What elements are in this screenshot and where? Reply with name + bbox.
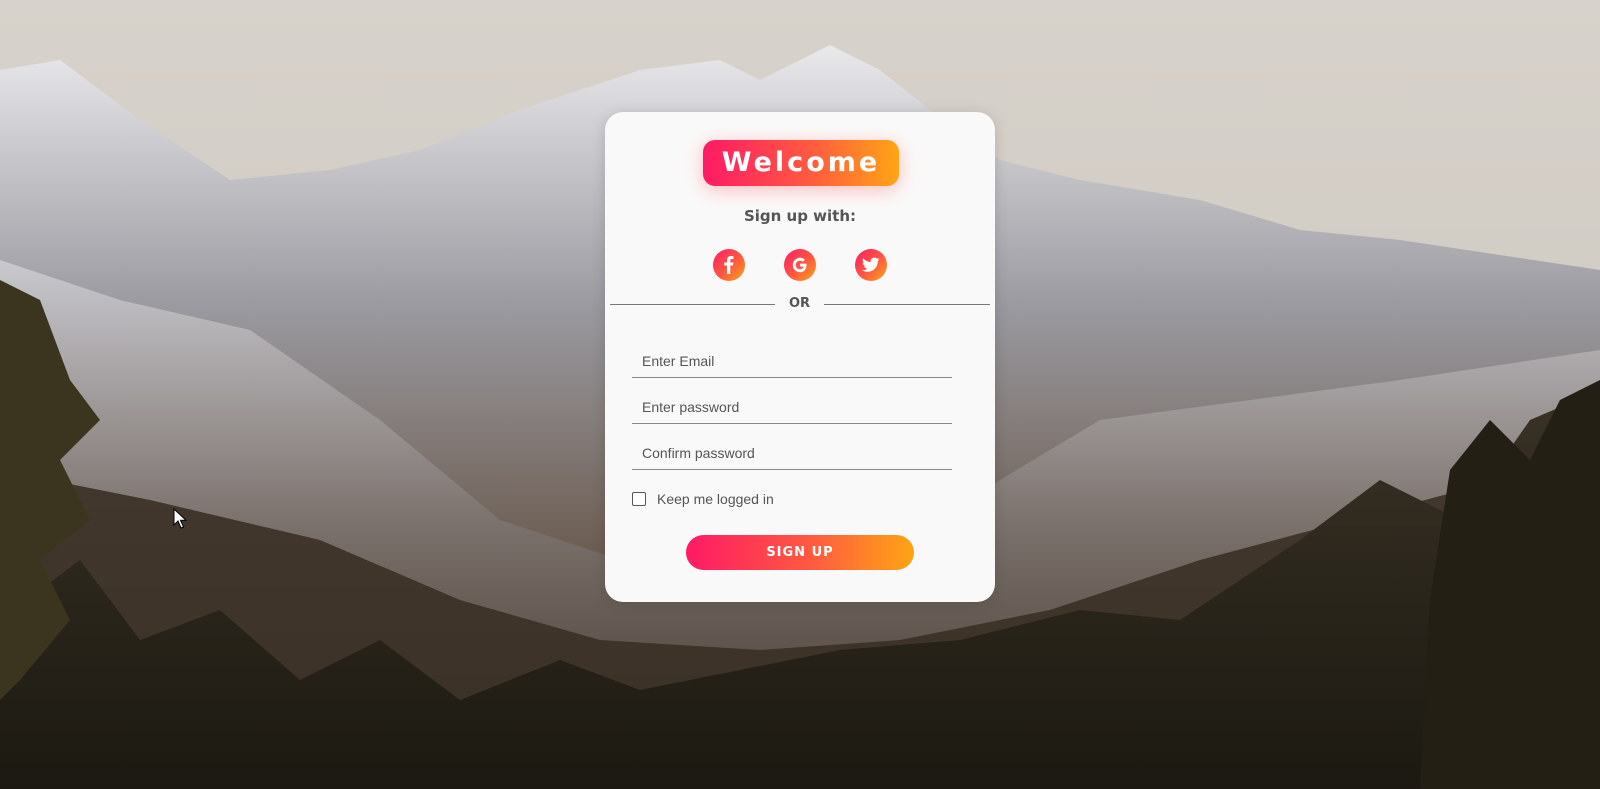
sign-up-button[interactable]: SIGN UP <box>686 535 914 570</box>
divider-line-right <box>824 304 990 305</box>
email-field[interactable] <box>632 344 952 378</box>
welcome-banner: Welcome <box>703 140 899 186</box>
keep-logged-in-checkbox[interactable] <box>632 492 646 506</box>
social-heading: Sign up with: <box>743 207 857 225</box>
signup-card: Welcome Sign up with: OR Keep me logged … <box>605 112 995 602</box>
or-divider: OR <box>610 294 990 314</box>
password-field[interactable] <box>632 390 952 424</box>
confirm-password-field[interactable] <box>632 436 952 470</box>
google-icon[interactable] <box>784 249 816 281</box>
twitter-icon[interactable] <box>855 249 887 281</box>
keep-logged-in-label: Keep me logged in <box>657 491 774 507</box>
facebook-icon[interactable] <box>713 249 745 281</box>
mouse-pointer-icon <box>173 507 188 535</box>
divider-line-left <box>610 304 775 305</box>
or-label: OR <box>788 296 811 311</box>
keep-logged-in-row[interactable]: Keep me logged in <box>632 491 774 507</box>
